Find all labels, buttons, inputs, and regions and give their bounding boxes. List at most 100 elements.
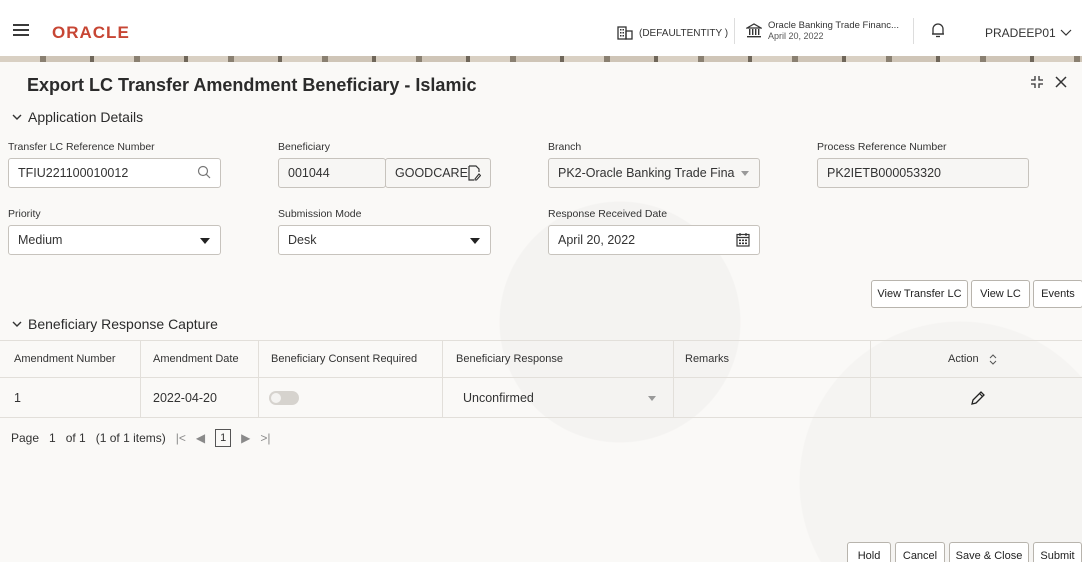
transfer-ref-value: TFIU221100010012 [18, 166, 129, 180]
top-bar: ORACLE (DEFAULTENTITY ) Oracle Banking T… [0, 0, 1082, 56]
close-icon[interactable] [1055, 76, 1067, 88]
action-header-label: Action [948, 353, 979, 365]
page-label: Page [11, 431, 40, 445]
process-ref-value: PK2IETB000053320 [827, 166, 941, 180]
action-cell [970, 378, 986, 417]
caret-down-icon [741, 171, 749, 176]
beneficiary-label: Beneficiary [278, 141, 330, 153]
amendment-number-cell: 1 [14, 390, 21, 405]
priority-label: Priority [8, 208, 41, 220]
pagination: Page 1 of 1 (1 of 1 items) |< ◀ 1 ▶ >| [11, 429, 270, 447]
response-date-value: April 20, 2022 [558, 233, 636, 247]
submission-mode-label: Submission Mode [278, 208, 362, 220]
response-date-label: Response Received Date [548, 208, 668, 220]
chevron-down-icon [1060, 29, 1072, 36]
response-select[interactable]: Unconfirmed [463, 378, 663, 417]
events-button[interactable]: Events [1033, 280, 1082, 308]
column-header-remarks[interactable]: Remarks [685, 341, 729, 377]
consent-required-cell [269, 378, 299, 417]
beneficiary-id: 001044 [288, 166, 330, 180]
column-divider [673, 378, 674, 417]
caret-down-icon [200, 238, 210, 244]
priority-select[interactable]: Medium [8, 225, 221, 255]
hold-button[interactable]: Hold [847, 542, 891, 562]
caret-down-icon [648, 396, 656, 401]
response-date-field[interactable]: April 20, 2022 [548, 225, 760, 255]
bell-icon[interactable] [931, 22, 945, 38]
user-name: PRADEEP01 [985, 26, 1056, 40]
bank-name: Oracle Banking Trade Financ... [768, 20, 899, 31]
window-controls [1031, 76, 1067, 88]
bank-date: April 20, 2022 [768, 31, 824, 41]
column-divider [258, 341, 259, 377]
column-header-beneficiary-response[interactable]: Beneficiary Response [456, 341, 563, 377]
view-lc-button[interactable]: View LC [971, 280, 1030, 308]
column-divider [870, 378, 871, 417]
next-page-icon[interactable]: ▶ [241, 431, 250, 445]
column-header-consent-required[interactable]: Beneficiary Consent Required [271, 341, 417, 377]
user-menu[interactable]: PRADEEP01 [985, 26, 1072, 40]
prev-page-icon[interactable]: ◀ [196, 431, 205, 445]
edit-pencil-icon[interactable] [970, 390, 986, 406]
beneficiary-name: GOODCARE [395, 166, 468, 180]
building-icon [617, 26, 633, 40]
column-divider [673, 341, 674, 377]
table-header: Amendment Number Amendment Date Benefici… [0, 340, 1082, 378]
column-header-amendment-number[interactable]: Amendment Number [14, 341, 116, 377]
priority-value: Medium [18, 233, 63, 247]
save-close-button[interactable]: Save & Close [949, 542, 1029, 562]
divider [734, 18, 735, 44]
calendar-icon[interactable] [736, 232, 750, 247]
submit-button[interactable]: Submit [1033, 542, 1082, 562]
column-header-amendment-date[interactable]: Amendment Date [153, 341, 239, 377]
cancel-button[interactable]: Cancel [895, 542, 945, 562]
branch-value: PK2-Oracle Banking Trade Fina [558, 166, 735, 180]
chevron-down-icon [12, 321, 22, 327]
submission-mode-select[interactable]: Desk [278, 225, 491, 255]
current-page-button[interactable]: 1 [215, 429, 232, 447]
beneficiary-name-field[interactable]: GOODCARE [385, 158, 491, 188]
page-total: of 1 [65, 431, 86, 445]
column-divider [140, 378, 141, 417]
edit-document-icon[interactable] [468, 165, 481, 181]
column-divider [870, 341, 871, 377]
hamburger-menu-icon[interactable] [13, 24, 29, 38]
bank-selector[interactable]: Oracle Banking Trade Financ... April 20,… [746, 20, 899, 41]
section-title: Application Details [28, 109, 144, 125]
entity-selector[interactable]: (DEFAULTENTITY ) [617, 26, 728, 40]
column-divider [442, 341, 443, 377]
column-header-action[interactable]: Action [948, 341, 997, 377]
column-divider [140, 341, 141, 377]
application-details-header[interactable]: Application Details [12, 109, 143, 125]
submission-mode-value: Desk [288, 233, 317, 247]
amendment-date-cell: 2022-04-20 [153, 390, 217, 405]
process-ref-field: PK2IETB000053320 [817, 158, 1029, 188]
transfer-ref-label: Transfer LC Reference Number [8, 141, 155, 153]
last-page-icon[interactable]: >| [260, 431, 270, 445]
response-table: Amendment Number Amendment Date Benefici… [0, 340, 1082, 418]
main-panel: Export LC Transfer Amendment Beneficiary… [0, 62, 1082, 562]
oracle-logo: ORACLE [52, 23, 130, 42]
process-ref-label: Process Reference Number [817, 141, 947, 153]
response-capture-header[interactable]: Beneficiary Response Capture [12, 316, 218, 332]
table-row: 1 2022-04-20 Unconfirmed [0, 378, 1082, 418]
collapse-icon[interactable] [1031, 76, 1043, 88]
chevron-down-icon [12, 114, 22, 120]
entity-label: (DEFAULTENTITY ) [639, 27, 729, 39]
column-divider [258, 378, 259, 417]
branch-label: Branch [548, 141, 582, 153]
section-title: Beneficiary Response Capture [28, 316, 218, 332]
sort-icon[interactable] [989, 353, 997, 365]
page-title: Export LC Transfer Amendment Beneficiary… [27, 75, 477, 95]
search-icon[interactable] [197, 165, 211, 179]
page-number[interactable]: 1 [49, 431, 56, 445]
first-page-icon[interactable]: |< [176, 431, 186, 445]
view-transfer-lc-button[interactable]: View Transfer LC [871, 280, 968, 308]
consent-toggle[interactable] [269, 390, 299, 405]
beneficiary-id-field[interactable]: 001044 [278, 158, 386, 188]
items-count: (1 of 1 items) [95, 431, 166, 445]
caret-down-icon [470, 238, 480, 244]
transfer-ref-field[interactable]: TFIU221100010012 [8, 158, 221, 188]
branch-select[interactable]: PK2-Oracle Banking Trade Fina [548, 158, 760, 188]
bank-icon [746, 23, 762, 38]
